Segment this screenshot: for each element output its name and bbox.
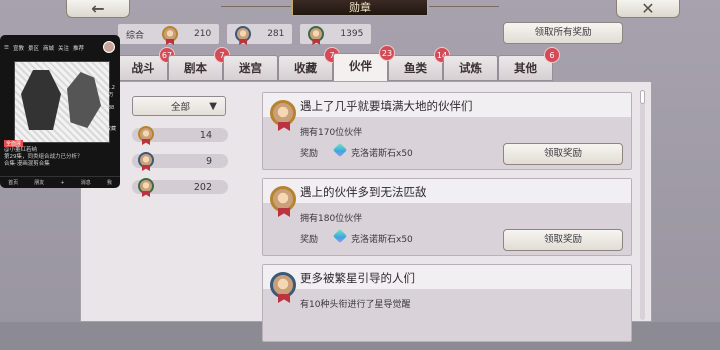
medal-stats: 综合 210 281 1395 (118, 24, 372, 44)
overlay-tab[interactable]: 推荐 (73, 44, 84, 52)
overlay-top-tabs: ☰ 宣教 景区 商城 关注 推荐 (4, 44, 84, 52)
gem-icon (332, 142, 348, 158)
back-arrow-icon: ← (91, 0, 105, 18)
overlay-collection: 合集·漫画混剪合集 (4, 161, 50, 167)
achievement-title: 遇上了几乎就要填满大地的伙伴们 (300, 99, 473, 113)
tab-other[interactable]: 其他 6 (498, 47, 560, 81)
list-scrollbar[interactable] (640, 90, 645, 320)
achievement-card: 遇上了几乎就要填满大地的伙伴们 拥有170位伙伴 奖励 克洛诺斯石x50 领取奖… (262, 92, 632, 170)
achievement-card: 更多被繁星引导的人们 有10种头衔进行了星导觉醒 (262, 264, 632, 342)
scrollbar-thumb[interactable] (640, 90, 645, 104)
overlay-tab[interactable]: 宣教 (13, 44, 24, 52)
close-icon: ✕ (641, 0, 655, 18)
tier-gold[interactable]: 14 (132, 126, 228, 142)
achievement-list: 遇上了几乎就要填满大地的伙伴们 拥有170位伙伴 奖励 克洛诺斯石x50 领取奖… (262, 92, 632, 350)
achievement-desc: 拥有170位伙伴 (300, 128, 363, 138)
nav-friends[interactable]: 朋友 (34, 179, 44, 186)
tab-label: 试炼 (459, 61, 482, 75)
menu-icon[interactable]: ☰ (4, 45, 9, 51)
avatar[interactable] (103, 41, 115, 53)
gold-medal-icon (162, 26, 179, 42)
reward-value: 克洛诺斯石x50 (351, 235, 413, 245)
silver-medal-icon (235, 26, 252, 42)
nav-me[interactable]: 我 (107, 179, 112, 186)
achievement-title: 更多被繁星引导的人们 (300, 271, 415, 285)
achievement-card: 遇上的伙伴多到无法匹敌 拥有180位伙伴 奖励 克洛诺斯石x50 领取奖励 (262, 178, 632, 256)
game-screen: ← 勋章 ✕ 综合 210 281 1395 领取所有奖励 战斗 67 剧本 7 (0, 0, 720, 342)
tab-label: 收藏 (294, 61, 317, 75)
overlay-tag: 全面展 (4, 140, 24, 147)
tier-bronze[interactable]: 202 (132, 178, 228, 194)
tab-label: 其他 (514, 61, 537, 75)
tab-collection[interactable]: 收藏 7 (278, 47, 340, 81)
filter-dropdown[interactable]: 全部 ▼ (132, 96, 226, 116)
claim-reward-button[interactable]: 领取奖励 (503, 229, 623, 251)
favorite-button[interactable]: 收藏 (105, 125, 117, 132)
gold-medal-icon (270, 186, 296, 212)
page-title: 勋章 (221, 0, 499, 16)
reward-label: 奖励 (300, 235, 319, 245)
gem-icon (332, 228, 348, 244)
overlay-desc: 第29集，同类组合战力已分析？ (4, 154, 83, 160)
nav-add[interactable]: + (60, 180, 64, 186)
bronze-count: 1395 (340, 29, 364, 39)
achievement-title: 遇上的伙伴多到无法匹敌 (300, 185, 427, 199)
stat-all: 综合 210 (118, 24, 220, 44)
tab-maze[interactable]: 迷宫 (223, 55, 278, 81)
tab-trial[interactable]: 试炼 (443, 55, 498, 81)
tab-label: 伙伴 (349, 59, 372, 73)
tab-badge: 23 (379, 45, 395, 61)
tab-companions[interactable]: 伙伴 23 (333, 45, 395, 81)
tab-fish[interactable]: 鱼类 14 (388, 47, 450, 81)
gold-count: 210 (194, 29, 212, 39)
comic-thumbnail (14, 61, 110, 143)
top-bar: ← 勋章 ✕ (0, 0, 720, 20)
tier-silver[interactable]: 9 (132, 152, 228, 168)
overlay-tab[interactable]: 关注 (58, 44, 69, 52)
tab-badge: 6 (544, 47, 560, 63)
overlay-caption: @小董红若纳 第29集，同类组合战力已分析？ 合集·漫画混剪合集 (4, 147, 114, 168)
filter-sidebar: 全部 ▼ 14 9 202 (132, 96, 228, 194)
video-overlay-window[interactable]: ☰ 宣教 景区 商城 关注 推荐 1.2万 88 收藏 全面展 @小董红若纳 第… (0, 35, 120, 188)
gold-medal-icon (138, 126, 154, 142)
overlay-author: @小董红若纳 (4, 147, 38, 153)
tab-script[interactable]: 剧本 7 (168, 47, 230, 81)
nav-messages[interactable]: 消息 (81, 179, 91, 186)
tier-count: 14 (199, 129, 212, 141)
stat-silver: 281 (227, 24, 293, 44)
reward-value: 克洛诺斯石x50 (351, 149, 413, 159)
close-button[interactable]: ✕ (616, 0, 680, 18)
like-count[interactable]: 1.2万 (105, 85, 117, 98)
tab-label: 鱼类 (404, 61, 427, 75)
back-button[interactable]: ← (66, 0, 130, 18)
category-tabs: 战斗 67 剧本 7 迷宫 收藏 7 伙伴 23 鱼类 14 试炼 其他 6 (118, 45, 560, 81)
comment-count[interactable]: 88 (105, 105, 117, 111)
tab-battle[interactable]: 战斗 67 (118, 47, 175, 81)
overlay-tab[interactable]: 景区 (28, 44, 39, 52)
silver-medal-icon (270, 272, 296, 298)
nav-home[interactable]: 首页 (8, 179, 18, 186)
tab-label: 战斗 (131, 61, 155, 75)
stat-all-label: 综合 (126, 30, 145, 41)
claim-reward-button[interactable]: 领取奖励 (503, 143, 623, 165)
tier-count: 9 (205, 155, 212, 167)
achievement-desc: 有10种头衔进行了星导觉醒 (300, 300, 411, 310)
bronze-medal-icon (138, 178, 154, 194)
silver-count: 281 (267, 29, 285, 39)
silver-medal-icon (138, 152, 154, 168)
tab-label: 迷宫 (239, 61, 262, 75)
stat-bronze: 1395 (300, 24, 372, 44)
tier-count: 202 (193, 181, 212, 193)
reward-label: 奖励 (300, 149, 319, 159)
caret-down-icon: ▼ (209, 100, 217, 112)
overlay-tab[interactable]: 商城 (43, 44, 54, 52)
tab-label: 剧本 (184, 61, 207, 75)
achievement-desc: 拥有180位伙伴 (300, 214, 363, 224)
bronze-medal-icon (308, 26, 325, 42)
overlay-bottom-nav: 首页 朋友 + 消息 我 (0, 176, 120, 188)
claim-all-button[interactable]: 领取所有奖励 (503, 22, 623, 44)
filter-value: 全部 (171, 102, 191, 113)
gold-medal-icon (270, 100, 296, 126)
